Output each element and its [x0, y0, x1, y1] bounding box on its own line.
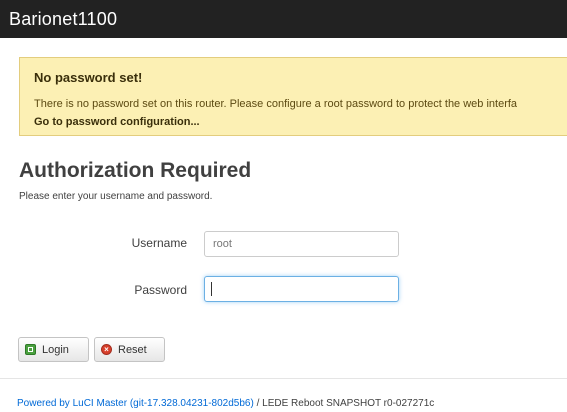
password-config-link[interactable]: Go to password configuration... — [34, 116, 200, 128]
reset-button-label: Reset — [118, 343, 147, 356]
alert-text: There is no password set on this router.… — [34, 98, 518, 110]
footer-version-text: / LEDE Reboot SNAPSHOT r0-027271c — [253, 398, 435, 409]
top-navbar: Barionet1100 — [0, 0, 567, 38]
text-caret — [211, 282, 212, 296]
luci-link[interactable]: Powered by LuCI Master (git-17.328.04231… — [17, 398, 254, 409]
brand-link[interactable]: Barionet1100 — [9, 9, 117, 30]
password-field[interactable] — [204, 276, 399, 302]
auth-description: Please enter your username and password. — [19, 191, 213, 202]
login-icon — [25, 344, 36, 355]
username-field[interactable] — [204, 231, 399, 257]
reset-button[interactable]: × Reset — [94, 337, 165, 362]
reset-icon: × — [101, 344, 112, 355]
login-button[interactable]: Login — [18, 337, 89, 362]
login-button-label: Login — [42, 343, 69, 356]
no-password-alert: No password set! There is no password se… — [19, 57, 567, 136]
username-label: Username — [131, 236, 187, 250]
footer-divider — [0, 378, 567, 379]
password-label: Password — [134, 283, 187, 297]
alert-title: No password set! — [34, 70, 143, 85]
page-title: Authorization Required — [19, 159, 252, 182]
footer: Powered by LuCI Master (git-17.328.04231… — [17, 398, 434, 409]
